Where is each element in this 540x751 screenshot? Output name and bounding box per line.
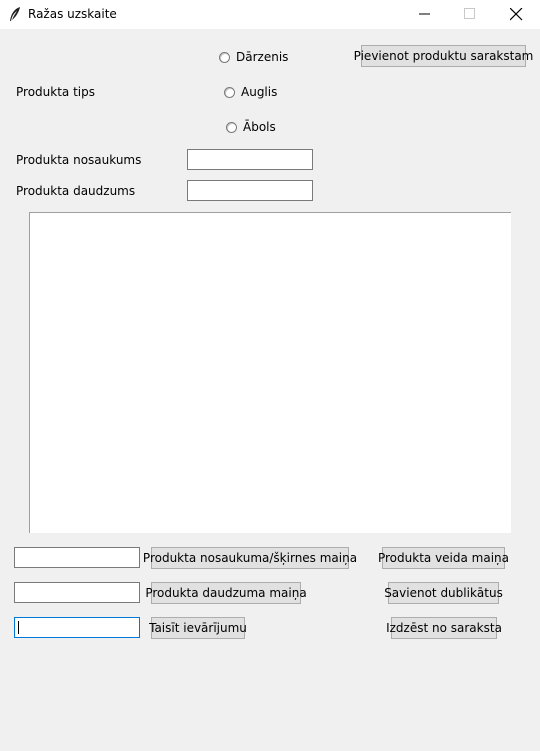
minimize-button[interactable] bbox=[402, 0, 448, 29]
change-type-button[interactable]: Produkta veida maiņa bbox=[378, 547, 509, 569]
product-quantity-label: Produkta daudzums bbox=[16, 184, 136, 198]
product-listbox[interactable] bbox=[29, 212, 511, 533]
feather-icon bbox=[10, 7, 20, 21]
radio-circle[interactable] bbox=[226, 121, 237, 133]
make-note-button[interactable]: Taisīt ievārījumu bbox=[149, 617, 247, 639]
add-product-button[interactable]: Pievienot produktu sarakstam bbox=[354, 45, 533, 67]
radio-auglis[interactable]: Auglis bbox=[224, 85, 277, 99]
close-icon bbox=[510, 8, 523, 21]
minimize-icon bbox=[419, 13, 430, 15]
rename-input[interactable] bbox=[14, 547, 140, 568]
radio-label: Ābols bbox=[243, 120, 276, 134]
radio-label: Auglis bbox=[241, 85, 278, 99]
delete-button[interactable]: Izdzēst no saraksta bbox=[386, 617, 502, 639]
close-button[interactable] bbox=[493, 0, 539, 29]
maximize-icon bbox=[464, 8, 475, 19]
merge-duplicates-button[interactable]: Savienot dublikātus bbox=[384, 582, 503, 604]
text-caret bbox=[18, 621, 19, 634]
quantity-change-input[interactable] bbox=[14, 582, 140, 603]
change-quantity-button[interactable]: Produkta daudzuma maiņa bbox=[145, 582, 307, 604]
product-quantity-input[interactable] bbox=[187, 180, 313, 201]
radio-circle[interactable] bbox=[224, 86, 235, 98]
radio-circle[interactable] bbox=[219, 51, 230, 63]
window-title: Ražas uzskaite bbox=[28, 7, 117, 21]
radio-darzenis[interactable]: Dārzenis bbox=[219, 50, 288, 64]
rename-button[interactable]: Produkta nosaukuma/šķirnes maiņa bbox=[143, 547, 357, 569]
note-input[interactable] bbox=[14, 617, 140, 638]
title-bar: Ražas uzskaite bbox=[0, 0, 540, 29]
product-type-label: Produkta tips bbox=[16, 85, 95, 99]
product-name-input[interactable] bbox=[187, 149, 313, 170]
maximize-button[interactable] bbox=[447, 0, 493, 29]
radio-abols[interactable]: Ābols bbox=[226, 120, 276, 134]
radio-label: Dārzenis bbox=[236, 50, 289, 64]
product-name-label: Produkta nosaukums bbox=[16, 153, 142, 167]
